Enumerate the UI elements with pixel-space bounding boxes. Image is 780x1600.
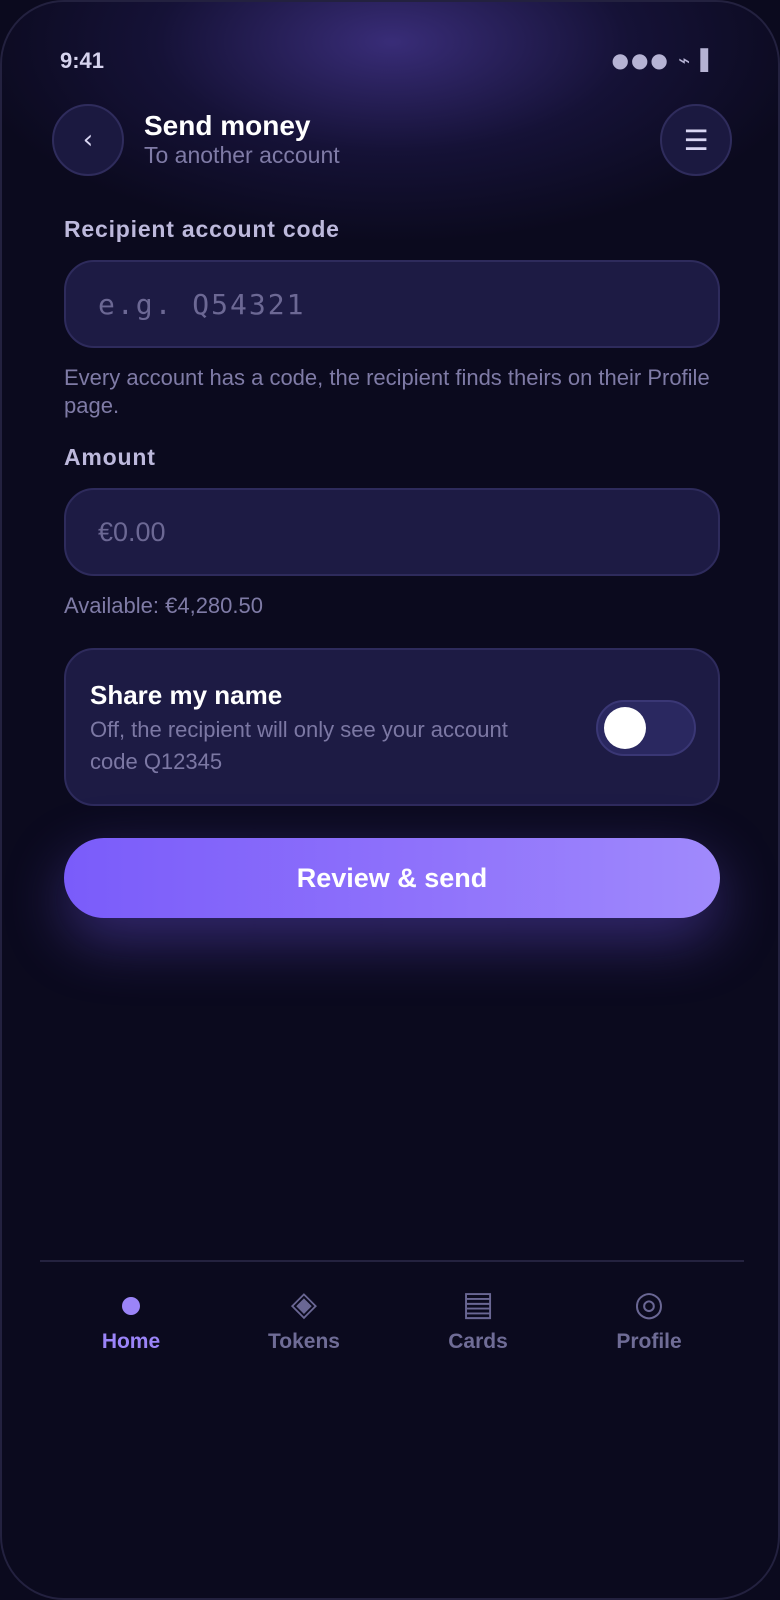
available-balance: Available: €4,280.50 [64,593,263,618]
share-name-title: Share my name [90,680,283,710]
menu-icon: ☰ [683,123,709,157]
nav-item-tokens[interactable]: ◈ Tokens [224,1282,384,1354]
nav-item-profile[interactable]: ◎ Profile [569,1282,729,1354]
recipient-code-helper: Every account has a code, the recipient … [64,365,710,418]
share-name-card: Share my name Off, the recipient will on… [64,648,720,806]
recipient-code-field[interactable] [64,260,720,348]
nav-item-home[interactable]: Home [51,1282,211,1354]
share-name-toggle[interactable] [596,700,696,756]
amount-label: Amount [64,444,156,470]
review-send-button[interactable]: Review & send [64,838,720,918]
nav-label-profile: Profile [616,1330,682,1353]
chevron-left-icon: ‹ [82,125,94,155]
card-icon: ▤ [461,1284,495,1324]
back-button[interactable]: ‹ [52,104,124,176]
recipient-code-input[interactable] [66,262,718,346]
diamond-icon: ◈ [290,1284,318,1324]
toggle-knob [604,707,646,749]
nav-label-tokens: Tokens [268,1330,340,1353]
profile-target-icon: ◎ [634,1284,664,1324]
recipient-code-label: Recipient account code [64,216,340,242]
phone-screen: 9:41 ●●● ⌁ ▌ ‹ Send money To another acc… [0,0,780,1600]
menu-button[interactable]: ☰ [660,104,732,176]
status-time: 9:41 [60,48,105,73]
amount-input[interactable] [66,490,718,574]
nav-item-cards[interactable]: ▤ Cards [398,1282,558,1354]
nav-label-cards: Cards [448,1330,508,1353]
home-dot-icon [51,1282,211,1326]
status-icons: ●●● ⌁ ▌ [611,48,718,72]
share-name-description: Off, the recipient will only see your ac… [90,717,508,774]
amount-field[interactable] [64,488,720,576]
page-title: Send money [144,110,311,141]
nav-divider [40,1260,744,1262]
page-subtitle: To another account [144,142,340,168]
nav-label-home: Home [101,1330,161,1353]
